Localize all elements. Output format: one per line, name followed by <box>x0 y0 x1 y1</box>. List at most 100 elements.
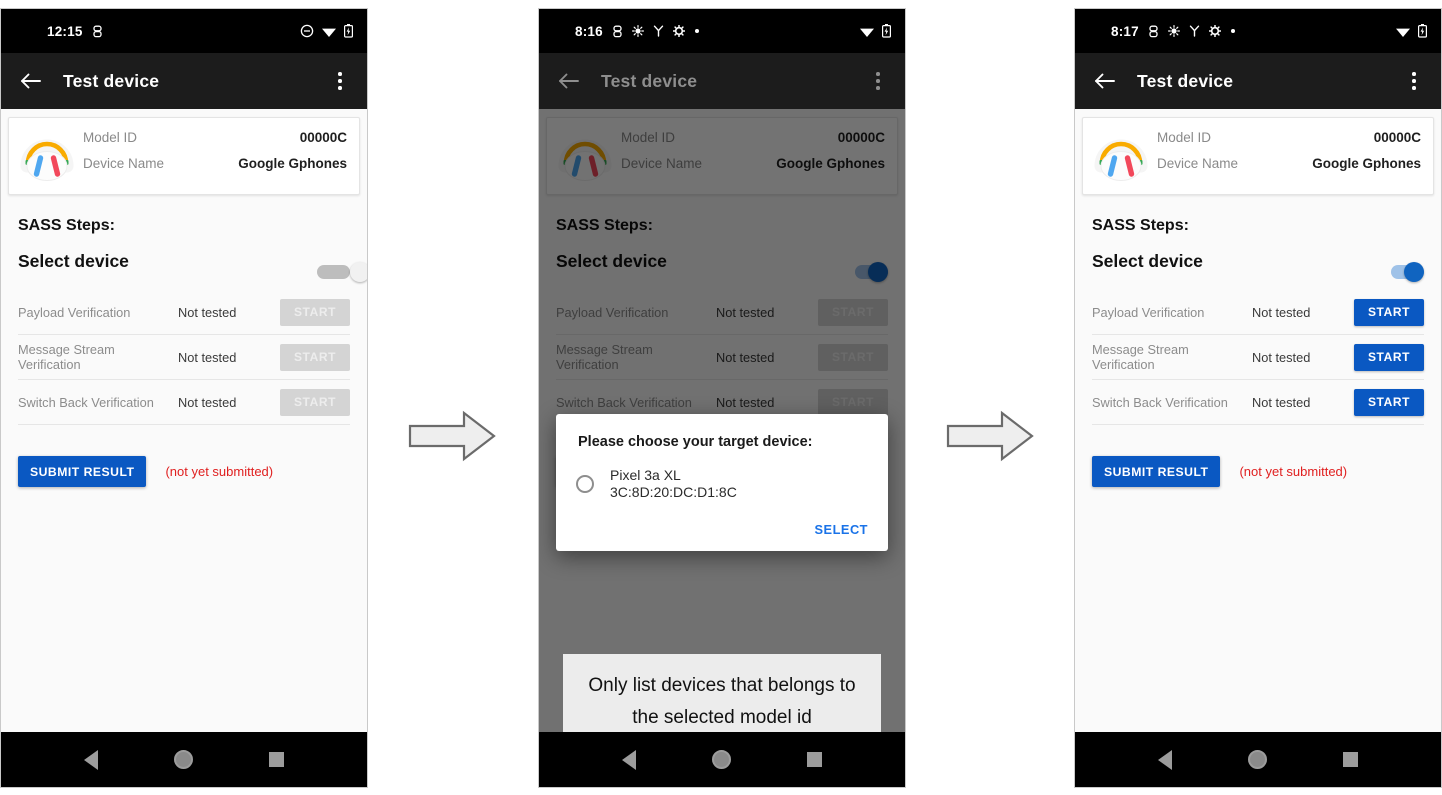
submit-row: SUBMIT RESULT (not yet submitted) <box>1092 456 1441 487</box>
start-button[interactable]: START <box>1354 343 1424 371</box>
step-name: Message Stream Verification <box>18 342 115 372</box>
table-row: Switch Back Verification Not tested STAR… <box>18 380 350 425</box>
app-bar: Test device <box>1075 53 1441 109</box>
wifi-icon <box>859 25 875 38</box>
step-name: Message Stream Verification <box>1092 342 1189 372</box>
screen-body: Model ID 00000C Device Name Google Gphon… <box>1 109 367 732</box>
page-title: Test device <box>1137 70 1234 91</box>
page-title: Test device <box>601 70 698 91</box>
status-bar-time: 8:17 <box>1111 23 1139 39</box>
navigation-bar <box>1075 732 1441 787</box>
submit-result-button[interactable]: SUBMIT RESULT <box>18 456 147 487</box>
phone-screen-initial: 12:15 Test device Model ID 00000C Device… <box>0 8 368 788</box>
page-title: Test device <box>63 70 160 91</box>
wifi-icon <box>321 25 337 38</box>
navigation-bar <box>539 732 905 787</box>
step-status: Not tested <box>1252 394 1311 410</box>
kebab-menu-icon[interactable] <box>1401 66 1427 96</box>
status-bar-time: 12:15 <box>47 23 83 39</box>
device-row-value: Google Gphones <box>1312 156 1421 171</box>
device-option-row[interactable]: Pixel 3a XL 3C:8D:20:DC:D1:8C <box>576 467 868 501</box>
device-row-label: Model ID <box>83 130 138 145</box>
nav-home-icon[interactable] <box>174 750 193 769</box>
wrench-icon <box>1189 25 1200 37</box>
select-button[interactable]: SELECT <box>815 522 868 537</box>
status-bar: 12:15 <box>1 9 367 53</box>
device-row-model-id: Model ID 00000C <box>83 130 347 156</box>
wrench-icon <box>653 25 664 37</box>
section-title: SASS Steps: <box>1092 217 1189 234</box>
table-row: Payload Verification Not tested START <box>1092 290 1424 335</box>
android-debug-icon <box>612 25 623 38</box>
app-bar: Test device <box>1 53 367 109</box>
step-status: Not tested <box>1252 304 1311 320</box>
gear-icon <box>1208 25 1221 37</box>
start-button[interactable]: START <box>280 343 350 371</box>
section-title: SASS Steps: <box>18 217 115 234</box>
device-row-device-name: Device Name Google Gphones <box>1157 156 1421 182</box>
submit-row: SUBMIT RESULT (not yet submitted) <box>18 456 367 487</box>
nav-recent-icon[interactable] <box>269 752 284 767</box>
start-button[interactable]: START <box>1354 298 1424 326</box>
select-device-label: Select device <box>1092 251 1203 271</box>
brightness-icon <box>1167 25 1180 37</box>
kebab-menu-icon[interactable] <box>865 66 891 96</box>
brightness-icon <box>631 25 644 37</box>
dot-icon <box>694 28 700 34</box>
status-bar: 8:16 <box>539 9 905 53</box>
device-row-device-name: Device Name Google Gphones <box>83 156 347 182</box>
nav-recent-icon[interactable] <box>807 752 822 767</box>
table-row: Payload Verification Not tested START <box>18 290 350 335</box>
device-row-value: 00000C <box>1373 130 1421 145</box>
device-option-name: Pixel 3a XL <box>610 467 681 483</box>
start-button[interactable]: START <box>280 388 350 416</box>
device-row-label: Device Name <box>1157 156 1239 171</box>
status-bar-time: 8:16 <box>575 23 603 39</box>
device-row-label: Device Name <box>83 156 165 171</box>
select-device-row: Select device <box>1 235 367 282</box>
step-name: Payload Verification <box>18 304 131 320</box>
device-row-model-id: Model ID 00000C <box>1157 130 1421 156</box>
status-bar: 8:17 <box>1075 9 1441 53</box>
step-status: Not tested <box>178 349 237 365</box>
device-option-mac: 3C:8D:20:DC:D1:8C <box>610 484 737 500</box>
flow-arrow-1-icon <box>406 408 498 464</box>
wifi-icon <box>1395 25 1411 38</box>
screen-body: Model ID 00000C Device Name Google Gphon… <box>1075 109 1441 732</box>
nav-recent-icon[interactable] <box>1343 752 1358 767</box>
nav-back-icon[interactable] <box>622 749 636 770</box>
dialog-title: Please choose your target device: <box>578 434 813 450</box>
select-device-label: Select device <box>18 251 129 271</box>
submit-result-button[interactable]: SUBMIT RESULT <box>1092 456 1221 487</box>
navigation-bar <box>1 732 367 787</box>
screen-body: Model ID 00000C Device Name Google Gphon… <box>539 109 905 732</box>
gear-icon <box>672 25 685 37</box>
nav-back-icon[interactable] <box>84 749 98 770</box>
nav-home-icon[interactable] <box>712 750 731 769</box>
battery-icon <box>344 24 353 38</box>
step-status: Not tested <box>1252 349 1311 365</box>
device-row-value: 00000C <box>299 130 347 145</box>
radio-button-icon[interactable] <box>576 475 594 493</box>
start-button[interactable]: START <box>280 298 350 326</box>
device-info-card: Model ID 00000C Device Name Google Gphon… <box>1082 117 1434 195</box>
step-name: Payload Verification <box>1092 304 1205 320</box>
device-info-card: Model ID 00000C Device Name Google Gphon… <box>8 117 360 195</box>
battery-icon <box>1418 24 1427 38</box>
annotation-callout: Only list devices that belongs to the se… <box>563 654 881 732</box>
steps-list: Payload Verification Not tested START Me… <box>1092 290 1424 425</box>
step-status: Not tested <box>178 304 237 320</box>
nav-back-icon[interactable] <box>1158 749 1172 770</box>
start-button[interactable]: START <box>1354 388 1424 416</box>
step-status: Not tested <box>178 394 237 410</box>
select-device-row: Select device <box>1075 235 1441 282</box>
phone-screen-dialog: 8:16 Test device Please choose your targ… <box>538 8 906 788</box>
back-arrow-icon[interactable] <box>553 66 583 96</box>
device-row-label: Model ID <box>1157 130 1212 145</box>
flow-arrow-2-icon <box>944 408 1036 464</box>
back-arrow-icon[interactable] <box>15 66 45 96</box>
back-arrow-icon[interactable] <box>1089 66 1119 96</box>
step-name: Switch Back Verification <box>1092 394 1228 410</box>
kebab-menu-icon[interactable] <box>327 66 353 96</box>
nav-home-icon[interactable] <box>1248 750 1267 769</box>
